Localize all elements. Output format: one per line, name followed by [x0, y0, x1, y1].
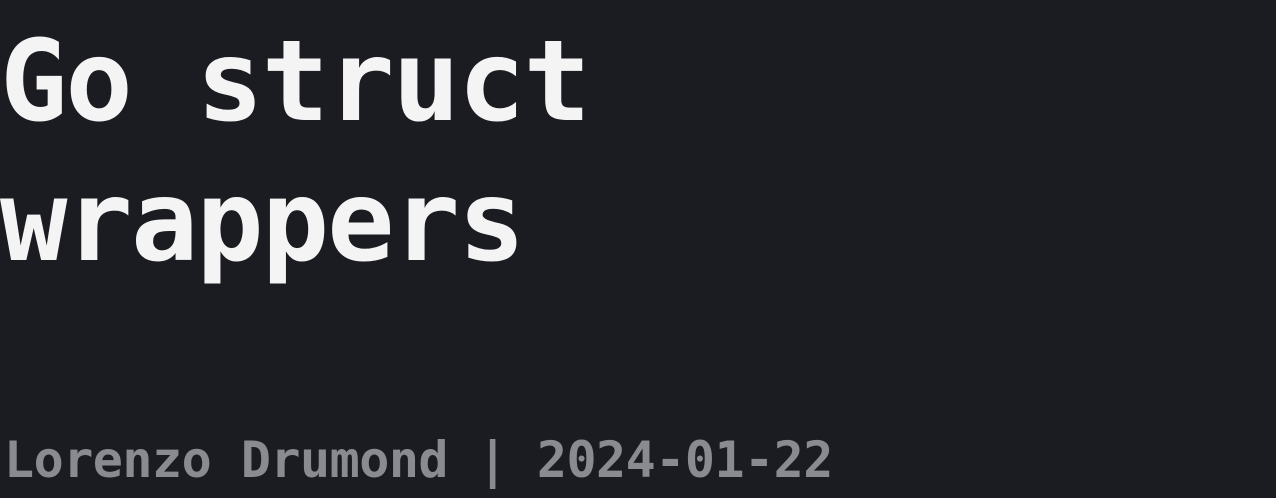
post-title-line-1: Go struct: [0, 17, 591, 147]
post-card: Go struct wrappers Lorenzo Drumond | 202…: [0, 0, 1276, 498]
post-title: Go struct wrappers: [0, 12, 591, 292]
post-title-line-2: wrappers: [0, 157, 525, 287]
post-byline: Lorenzo Drumond | 2024-01-22: [4, 431, 833, 489]
